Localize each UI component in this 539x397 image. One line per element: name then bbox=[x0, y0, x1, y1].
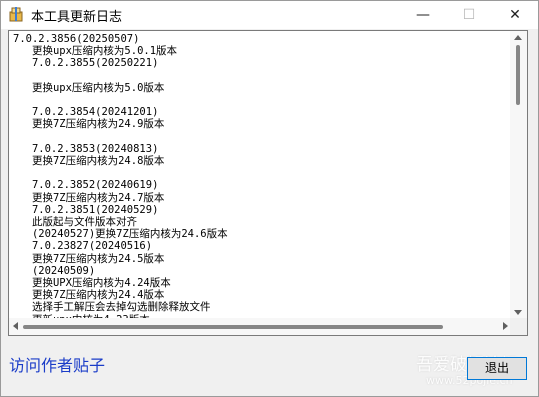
changelog-line: 更换7Z压缩内核为24.9版本 bbox=[13, 118, 165, 131]
horizontal-scrollbar[interactable] bbox=[9, 318, 512, 335]
changelog-line: 更换7Z压缩内核为24.4版本 bbox=[13, 289, 165, 302]
scroll-right-icon[interactable] bbox=[503, 322, 508, 330]
scroll-left-icon[interactable] bbox=[13, 322, 18, 330]
changelog-line: 更换upx压缩内核为5.0.1版本 bbox=[13, 45, 178, 58]
window-title: 本工具更新日志 bbox=[31, 10, 123, 25]
vertical-scrollbar[interactable] bbox=[510, 31, 527, 319]
changelog-line: 7.0.2.3856(20250507) bbox=[13, 33, 140, 45]
scroll-down-icon[interactable] bbox=[514, 310, 522, 315]
scrollbar-corner bbox=[510, 318, 527, 335]
changelog-line: 选择手工解压会去掉勾选删除释放文件 bbox=[13, 301, 211, 314]
changelog-line bbox=[13, 167, 509, 179]
changelog-line: (20240527)更换7Z压缩内核为24.6版本 bbox=[13, 228, 228, 241]
changelog-window: 本工具更新日志 — ☐ ✕ 7.0.2.3856(20250507) 更换upx… bbox=[0, 0, 539, 397]
changelog-line: 7.0.2.3854(20241201) bbox=[13, 106, 159, 119]
changelog-line: 更换upx压缩内核为5.0版本 bbox=[13, 81, 165, 94]
changelog-line: (20240509) bbox=[13, 264, 96, 277]
horizontal-scroll-thumb[interactable] bbox=[23, 325, 443, 329]
changelog-textbox[interactable]: 7.0.2.3856(20250507) 更换upx压缩内核为5.0.1版本 7… bbox=[8, 30, 528, 336]
changelog-line: 更换7Z压缩内核为24.8版本 bbox=[13, 155, 165, 168]
changelog-line bbox=[13, 131, 509, 143]
changelog-line bbox=[13, 70, 509, 82]
changelog-line: 7.0.23827(20240516) bbox=[13, 240, 153, 253]
maximize-button[interactable]: ☐ bbox=[446, 1, 492, 29]
scroll-up-icon[interactable] bbox=[514, 35, 522, 40]
minimize-button[interactable]: — bbox=[400, 1, 446, 29]
changelog-line: 更换7Z压缩内核为24.7版本 bbox=[13, 191, 165, 204]
changelog-line: 更换UPX压缩内核为4.24版本 bbox=[13, 277, 171, 290]
changelog-line: 7.0.2.3851(20240529) bbox=[13, 203, 159, 216]
exit-button[interactable]: 退出 bbox=[467, 357, 527, 380]
vertical-scroll-thumb[interactable] bbox=[516, 45, 520, 105]
changelog-line: 7.0.2.3853(20240813) bbox=[13, 142, 159, 155]
visit-author-post-link[interactable]: 访问作者贴子 bbox=[9, 352, 105, 376]
title-bar: 本工具更新日志 — ☐ ✕ bbox=[1, 1, 538, 29]
changelog-line: 7.0.2.3855(20250221) bbox=[13, 57, 159, 70]
changelog-line: 7.0.2.3852(20240619) bbox=[13, 179, 159, 192]
close-button[interactable]: ✕ bbox=[492, 1, 538, 29]
changelog-line bbox=[13, 94, 509, 106]
changelog-text: 7.0.2.3856(20250507) 更换upx压缩内核为5.0.1版本 7… bbox=[13, 33, 509, 326]
changelog-line: 此版起与文件版本对齐 bbox=[13, 216, 137, 229]
app-package-icon bbox=[8, 6, 24, 22]
changelog-line: 更换7Z压缩内核为24.5版本 bbox=[13, 252, 165, 265]
